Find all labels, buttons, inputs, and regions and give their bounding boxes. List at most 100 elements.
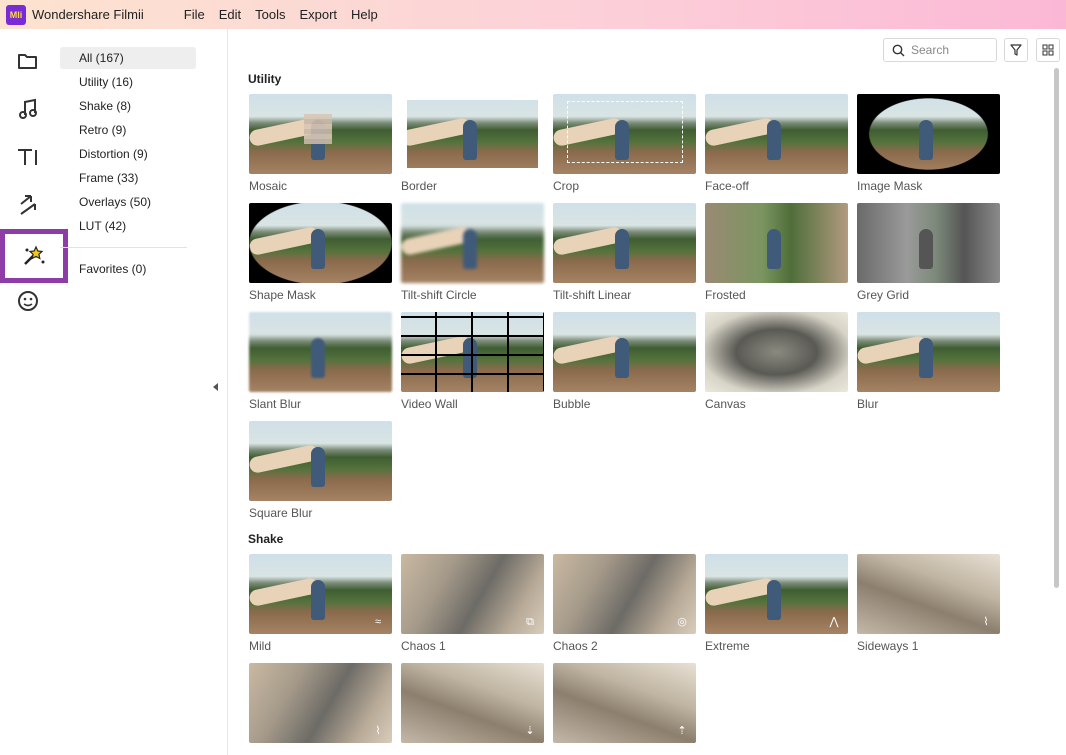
search-icon: [892, 44, 905, 56]
effect-thumbnail: [553, 203, 696, 283]
effect-tile[interactable]: Tilt-shift Linear: [553, 203, 696, 302]
effect-thumbnail: [401, 203, 544, 283]
menu-bar: File Edit Tools Export Help: [184, 7, 392, 22]
category-frame[interactable]: Frame (33): [60, 167, 196, 189]
app-name: Wondershare Filmii: [32, 7, 144, 22]
sticker-icon[interactable]: [8, 281, 48, 321]
search-input[interactable]: [911, 43, 981, 57]
effect-thumbnail: [857, 94, 1000, 174]
app-logo: Mli: [6, 4, 26, 25]
effect-thumbnail: [705, 94, 848, 174]
effect-label: Face-off: [705, 179, 749, 193]
effect-label: Border: [401, 179, 438, 193]
filter-button[interactable]: [1004, 38, 1028, 62]
effect-thumbnail: [249, 94, 392, 174]
transition-icon[interactable]: [8, 185, 48, 225]
effect-thumbnail: [857, 203, 1000, 283]
menu-tools[interactable]: Tools: [255, 7, 285, 22]
category-shake[interactable]: Shake (8): [60, 95, 196, 117]
effect-thumbnail: [401, 312, 544, 392]
effect-tile[interactable]: Grey Grid: [857, 203, 1000, 302]
effect-tile[interactable]: Slant Blur: [249, 312, 392, 411]
effect-label: Square Blur: [249, 506, 313, 520]
icon-rail: [0, 29, 68, 755]
effect-tile[interactable]: ◎ Chaos 2: [553, 554, 696, 653]
section-title-shake: Shake: [248, 532, 284, 546]
effect-tile[interactable]: Bubble: [553, 312, 696, 411]
effect-thumbnail: [553, 94, 696, 174]
effect-tile[interactable]: ⇡: [553, 663, 696, 743]
effect-tile[interactable]: Shape Mask: [249, 203, 392, 302]
category-utility[interactable]: Utility (16): [60, 71, 196, 93]
effect-label: Frosted: [705, 288, 746, 302]
effect-thumbnail: [553, 312, 696, 392]
effect-tile[interactable]: Face-off: [705, 94, 848, 193]
effect-tile[interactable]: Image Mask: [857, 94, 1000, 193]
pulse-icon: ⌇: [375, 725, 381, 737]
effect-tile[interactable]: Border: [401, 94, 544, 193]
category-list: All (167) Utility (16) Shake (8) Retro (…: [56, 29, 228, 755]
effect-tile[interactable]: Blur: [857, 312, 1000, 411]
category-lut[interactable]: LUT (42): [60, 215, 196, 237]
effect-label: Canvas: [705, 397, 746, 411]
category-overlays[interactable]: Overlays (50): [60, 191, 196, 213]
section-title-utility: Utility: [248, 72, 282, 86]
effect-thumbnail: [705, 312, 848, 392]
folder-icon[interactable]: [8, 41, 48, 81]
effect-tile[interactable]: Tilt-shift Circle: [401, 203, 544, 302]
collapse-panel-arrow-icon[interactable]: [213, 383, 218, 391]
menu-export[interactable]: Export: [299, 7, 337, 22]
effect-label: Bubble: [553, 397, 591, 411]
effect-tile[interactable]: Frosted: [705, 203, 848, 302]
effect-label: Mild: [249, 639, 272, 653]
effect-tile[interactable]: ≈ Mild: [249, 554, 392, 653]
grid-view-button[interactable]: [1036, 38, 1060, 62]
filter-icon: [1010, 43, 1022, 56]
arrow-up-icon: ⇡: [677, 725, 687, 737]
effect-label: Chaos 1: [401, 639, 446, 653]
effect-thumbnail: [249, 421, 392, 501]
effect-tile[interactable]: ⌇ Sideways 1: [857, 554, 1000, 653]
effect-thumbnail: ⇣: [401, 663, 544, 743]
effect-tile[interactable]: ⧉ Chaos 1: [401, 554, 544, 653]
effect-tile[interactable]: Canvas: [705, 312, 848, 411]
text-icon[interactable]: [8, 137, 48, 177]
wave-icon: ≈: [374, 616, 382, 628]
effect-label: Shape Mask: [249, 288, 316, 302]
effect-thumbnail: [705, 203, 848, 283]
effect-tile[interactable]: ⇣: [401, 663, 544, 743]
pulse-icon: ⌇: [983, 616, 989, 628]
effect-label: Sideways 1: [857, 639, 919, 653]
effect-thumbnail: [249, 203, 392, 283]
spiral-icon: ◎: [677, 616, 687, 628]
menu-edit[interactable]: Edit: [219, 7, 241, 22]
arrow-icon: ⇣: [525, 725, 535, 737]
effect-tile[interactable]: Video Wall: [401, 312, 544, 411]
effect-tile[interactable]: Crop: [553, 94, 696, 193]
effect-thumbnail: ⌇: [857, 554, 1000, 634]
effect-label: Image Mask: [857, 179, 923, 193]
effect-label: Slant Blur: [249, 397, 302, 411]
music-icon[interactable]: [8, 89, 48, 129]
category-all[interactable]: All (167): [60, 47, 196, 69]
effect-thumbnail: ◎: [553, 554, 696, 634]
effect-label: Mosaic: [249, 179, 288, 193]
effect-tile[interactable]: Mosaic: [249, 94, 392, 193]
effect-thumbnail: [249, 312, 392, 392]
category-retro[interactable]: Retro (9): [60, 119, 196, 141]
effect-thumbnail: ≈: [249, 554, 392, 634]
effect-tile[interactable]: ⌇: [249, 663, 392, 743]
effect-thumbnail: ⌇: [249, 663, 392, 743]
category-distortion[interactable]: Distortion (9): [60, 143, 196, 165]
menu-file[interactable]: File: [184, 7, 205, 22]
title-bar: Mli Wondershare Filmii File Edit Tools E…: [0, 0, 1066, 29]
scrollbar[interactable]: [1054, 68, 1059, 588]
menu-help[interactable]: Help: [351, 7, 378, 22]
effect-tile[interactable]: Square Blur: [249, 421, 392, 520]
category-divider: [60, 247, 187, 248]
effect-tile[interactable]: ⋀ Extreme: [705, 554, 848, 653]
effect-thumbnail: ⇡: [553, 663, 696, 743]
grid-icon: [1042, 44, 1054, 56]
category-favorites[interactable]: Favorites (0): [60, 258, 196, 280]
search-box[interactable]: [883, 38, 997, 62]
